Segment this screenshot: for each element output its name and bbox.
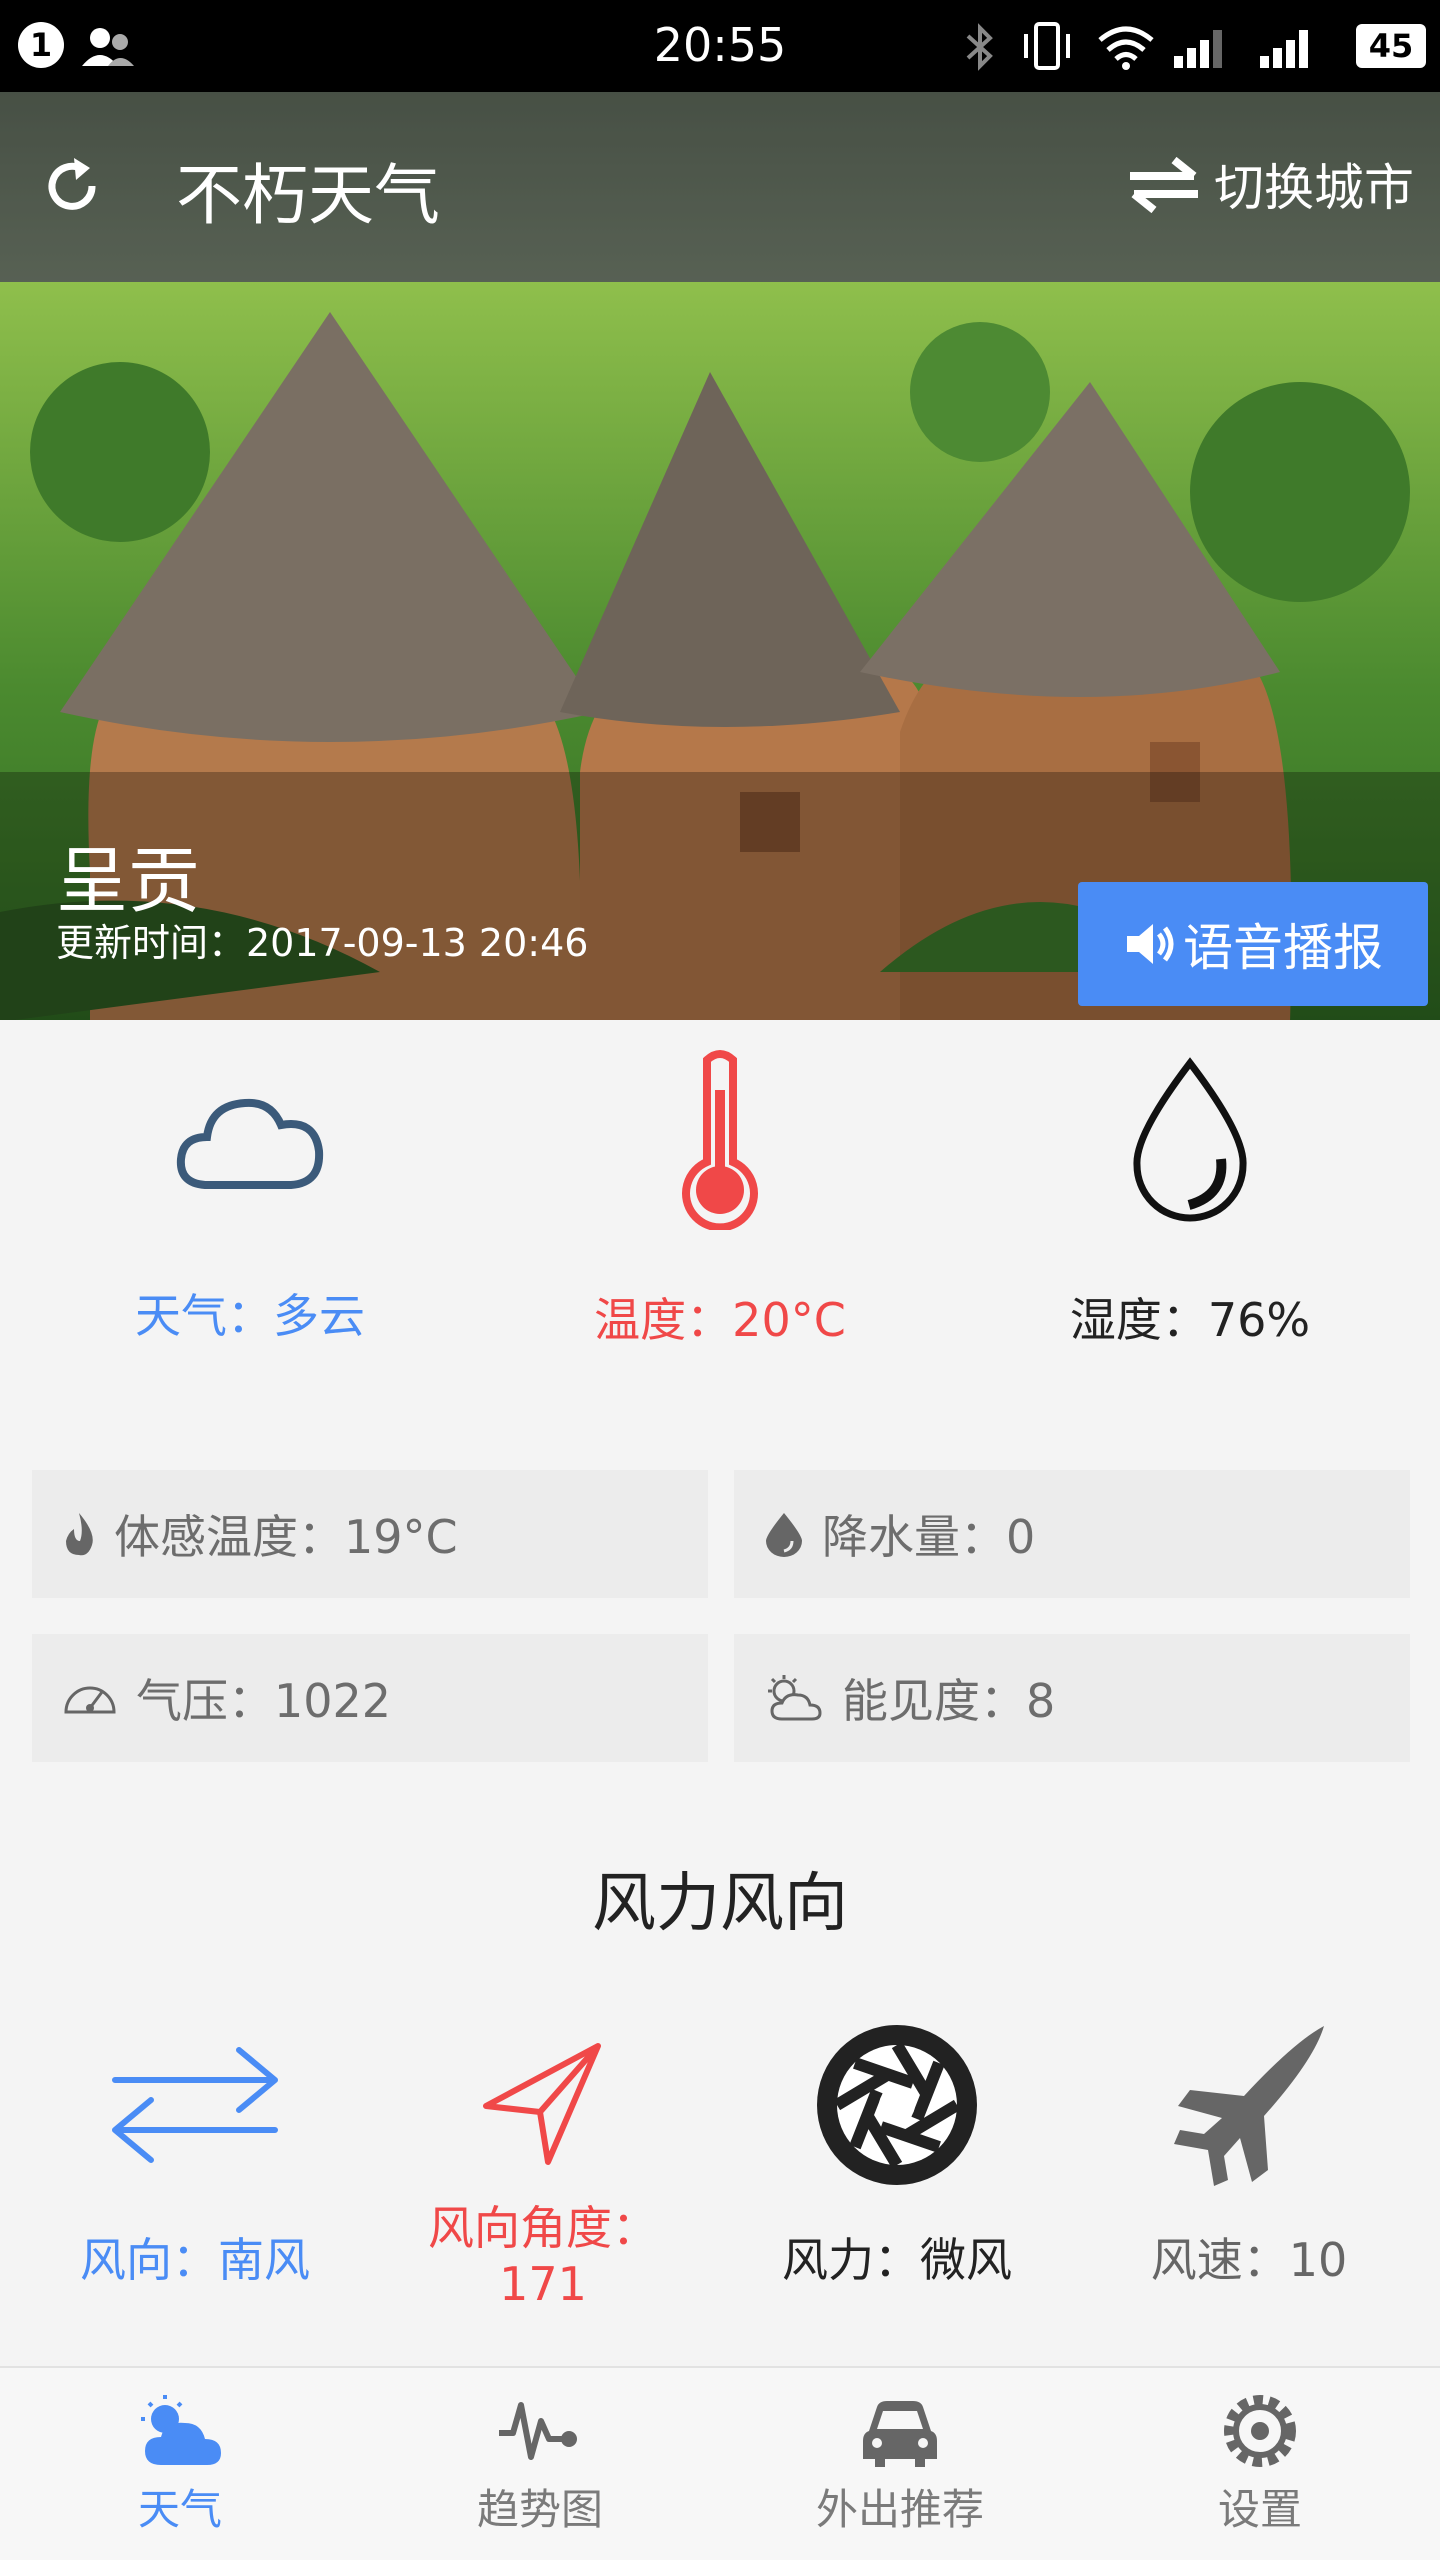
hero-banner: 不朽天气 切换城市 呈贡 更新时间：2017-09-13 20:46 语音播报 bbox=[0, 92, 1440, 1020]
speaker-icon bbox=[1127, 924, 1174, 964]
nav-tab-weather[interactable]: 天气 bbox=[0, 2386, 360, 2537]
pressure-label: 气压：1022 bbox=[136, 1674, 392, 1728]
gauge-icon bbox=[64, 1686, 116, 1714]
pressure-card: 气压：1022 bbox=[32, 1634, 708, 1762]
wind-section-title: 风力风向 bbox=[592, 1867, 848, 1941]
vibrate-icon bbox=[1024, 22, 1070, 70]
wind-force-label: 风力：微风 bbox=[782, 2233, 1012, 2287]
partly-cloudy-icon bbox=[768, 1675, 822, 1721]
signal-2-icon bbox=[1260, 30, 1308, 68]
temperature-label: 温度：20°C bbox=[594, 1293, 846, 1347]
jet-icon bbox=[1174, 2026, 1324, 2186]
switch-city-label: 切换城市 bbox=[1214, 159, 1414, 217]
visibility-card: 能见度：8 bbox=[734, 1634, 1410, 1762]
bluetooth-icon bbox=[966, 23, 993, 71]
precipitation-card: 降水量：0 bbox=[734, 1470, 1410, 1598]
drop-icon bbox=[1133, 1057, 1247, 1222]
nav-label-trend: 趋势图 bbox=[476, 2485, 603, 2534]
nav-tab-outing[interactable]: 外出推荐 bbox=[720, 2386, 1080, 2537]
feels-like-card: 体感温度：19°C bbox=[32, 1470, 708, 1598]
weather-metric: 天气：多云 bbox=[10, 1050, 490, 1346]
aperture-icon bbox=[817, 2025, 977, 2185]
signal-1-icon bbox=[1174, 30, 1222, 68]
bottom-navigation: 天气 趋势图 外出推荐 设置 bbox=[0, 2366, 1440, 2560]
update-time: 更新时间：2017-09-13 20:46 bbox=[56, 921, 589, 965]
battery-indicator: 45 bbox=[1356, 24, 1426, 68]
nav-label-outing: 外出推荐 bbox=[815, 2485, 984, 2534]
wind-angle-value: 171 bbox=[499, 2257, 587, 2311]
cloud-icon bbox=[176, 1098, 324, 1189]
switch-city-button[interactable]: 切换城市 bbox=[1124, 148, 1414, 220]
exchange-arrows-icon bbox=[112, 2047, 278, 2163]
raindrop-icon bbox=[766, 1513, 802, 1557]
temperature-metric: 温度：20°C bbox=[480, 1050, 960, 1350]
wind-speed-label: 风速：10 bbox=[1150, 2233, 1348, 2287]
wind-direction-label: 风向：南风 bbox=[80, 2233, 310, 2287]
voice-broadcast-button[interactable]: 语音播报 bbox=[1078, 882, 1428, 1006]
car-icon bbox=[863, 2401, 937, 2467]
wind-direction-item: 风向：南风 bbox=[20, 2010, 370, 2288]
humidity-label: 湿度：76% bbox=[1069, 1293, 1311, 1347]
app-title: 不朽天气 bbox=[176, 157, 440, 234]
swap-arrows-icon bbox=[1130, 156, 1198, 214]
voice-broadcast-label: 语音播报 bbox=[1183, 919, 1383, 977]
refresh-icon[interactable] bbox=[40, 154, 104, 218]
wind-speed-item: 风速：10 bbox=[1074, 2010, 1424, 2288]
feels-like-label: 体感温度：19°C bbox=[114, 1510, 458, 1564]
nav-tab-settings[interactable]: 设置 bbox=[1080, 2386, 1440, 2537]
wifi-icon bbox=[1098, 26, 1154, 70]
wind-angle-item: 风向角度： 171 bbox=[368, 2010, 718, 2312]
weather-icon bbox=[141, 2395, 221, 2465]
trend-icon bbox=[499, 2402, 577, 2460]
status-bar: 1 20:55 45 bbox=[0, 0, 1440, 92]
wind-angle-label: 风向角度： bbox=[428, 2201, 658, 2255]
gear-icon bbox=[1224, 2395, 1296, 2467]
nav-tab-trend[interactable]: 趋势图 bbox=[360, 2386, 720, 2537]
nav-label-settings: 设置 bbox=[1217, 2485, 1302, 2534]
wind-force-item: 风力：微风 bbox=[722, 2010, 1072, 2288]
visibility-label: 能见度：8 bbox=[842, 1674, 1056, 1728]
nav-label-weather: 天气 bbox=[137, 2485, 222, 2534]
humidity-metric: 湿度：76% bbox=[950, 1050, 1430, 1350]
send-arrow-icon bbox=[483, 2043, 601, 2165]
flame-icon bbox=[66, 1513, 93, 1556]
thermometer-icon bbox=[682, 1050, 758, 1230]
weather-label: 天气：多云 bbox=[135, 1289, 365, 1343]
precipitation-label: 降水量：0 bbox=[822, 1510, 1036, 1564]
